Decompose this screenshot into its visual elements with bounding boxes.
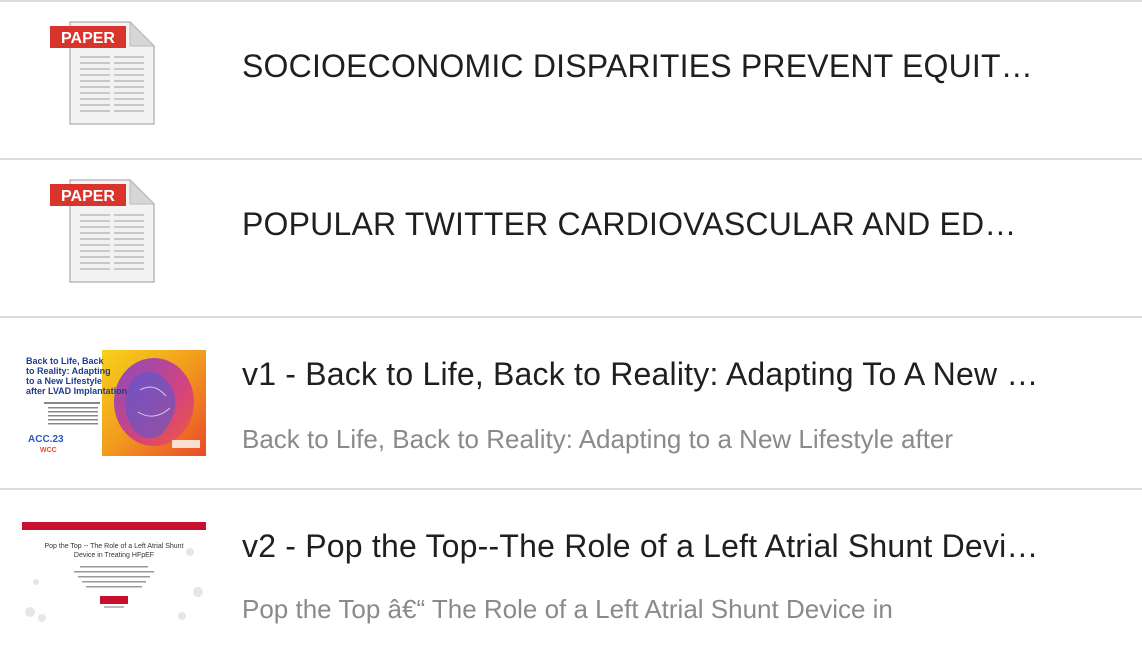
paper-document-icon: PAPER	[50, 178, 156, 283]
svg-text:WCC: WCC	[40, 447, 57, 454]
svg-text:to Reality: Adapting: to Reality: Adapting	[26, 366, 111, 376]
paper-icon-label: PAPER	[61, 188, 115, 205]
svg-text:to a New Lifestyle: to a New Lifestyle	[26, 376, 102, 386]
item-title: v2 - Pop the Top--The Role of a Left Atr…	[242, 528, 1039, 564]
paper-document-icon: PAPER	[50, 20, 156, 125]
item-title: v1 - Back to Life, Back to Reality: Adap…	[242, 356, 1039, 392]
list-item[interactable]: PAPER SOCIOECONOMIC DISPARITIES PREVENT …	[0, 2, 1142, 160]
list-item[interactable]: Back to Life, Back to Reality: Adapting …	[0, 318, 1142, 490]
slide-thumbnail: Back to Life, Back to Reality: Adapting …	[22, 350, 206, 456]
list-item[interactable]: PAPER POPULAR TWITTER CARDIOVASCULAR AND…	[0, 160, 1142, 318]
slide-badge: ACC.23	[28, 434, 64, 445]
item-subtitle: Back to Life, Back to Reality: Adapting …	[242, 424, 954, 454]
svg-text:Device in Treating HFpEF: Device in Treating HFpEF	[74, 552, 154, 559]
item-title: SOCIOECONOMIC DISPARITIES PREVENT EQUIT…	[242, 48, 1033, 84]
svg-text:after LVAD Implantation: after LVAD Implantation	[26, 386, 127, 396]
item-subtitle: Pop the Top â€“ The Role of a Left Atria…	[242, 594, 893, 624]
list-item[interactable]: Pop the Top -- The Role of a Left Atrial…	[0, 490, 1142, 658]
item-title: POPULAR TWITTER CARDIOVASCULAR AND ED…	[242, 206, 1017, 242]
svg-text:Back to Life, Back: Back to Life, Back	[26, 356, 105, 366]
svg-text:Pop the Top -- The Role of a L: Pop the Top -- The Role of a Left Atrial…	[44, 543, 183, 550]
paper-icon-label: PAPER	[61, 30, 115, 47]
slide-thumbnail: Pop the Top -- The Role of a Left Atrial…	[22, 522, 206, 626]
